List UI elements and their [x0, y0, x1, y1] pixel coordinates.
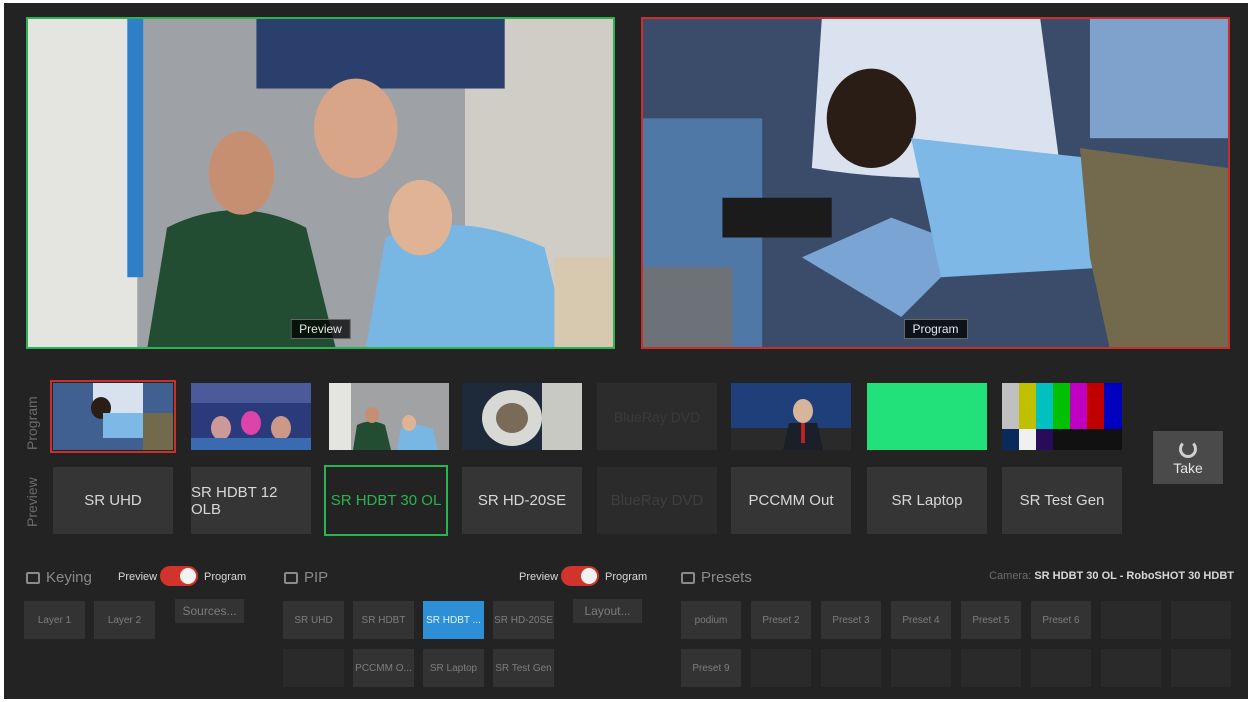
- preset-9[interactable]: Preset 9: [681, 649, 741, 687]
- preview-monitor: Preview: [26, 17, 615, 349]
- keying-toggle-preview-label: Preview: [118, 571, 158, 583]
- layers-icon: [26, 571, 40, 584]
- pip-section-title: PIP: [284, 569, 328, 586]
- keying-section-title: Keying: [26, 569, 92, 586]
- keying-toggle-program-label: Program: [204, 571, 247, 583]
- camera-prefix: Camera:: [989, 570, 1032, 582]
- preset-16[interactable]: [1171, 649, 1231, 687]
- pip-icon: [284, 571, 298, 584]
- preset-14[interactable]: [1031, 649, 1091, 687]
- pip-preview-program-toggle[interactable]: [561, 566, 599, 586]
- grid-icon: [681, 571, 695, 584]
- keying-sources-button[interactable]: Sources...: [175, 599, 244, 623]
- pip-toggle-preview-label: Preview: [519, 571, 559, 583]
- preset-11[interactable]: [821, 649, 881, 687]
- pip-source-empty[interactable]: [283, 649, 344, 687]
- presets-title: Presets: [701, 569, 752, 586]
- sr-laptop-thumbnail: [867, 383, 987, 450]
- take-button[interactable]: Take: [1153, 431, 1223, 484]
- preview-source-sr-hdbt-12-olb[interactable]: SR HDBT 12 OLB: [191, 467, 311, 534]
- camera-value: SR HDBT 30 OL - RoboSHOT 30 HDBT: [1034, 570, 1234, 582]
- sr-uhd-thumbnail: [53, 383, 173, 450]
- pip-source-sr-test-gen[interactable]: SR Test Gen: [493, 649, 554, 687]
- sr-hdbt-12-olb-thumbnail: [191, 383, 311, 450]
- preset-7[interactable]: [1101, 601, 1161, 639]
- preset-5[interactable]: Preset 5: [961, 601, 1021, 639]
- preset-3[interactable]: Preset 3: [821, 601, 881, 639]
- preset-2[interactable]: Preset 2: [751, 601, 811, 639]
- pip-source-sr-hdbt[interactable]: SR HDBT: [353, 601, 414, 639]
- program-source-sr-test-gen[interactable]: [1002, 383, 1122, 450]
- preview-source-sr-laptop[interactable]: SR Laptop: [867, 467, 987, 534]
- take-button-label: Take: [1173, 459, 1203, 476]
- toggle-knob: [180, 568, 196, 584]
- program-source-blueray-dvd-label: BlueRay DVD: [613, 408, 701, 425]
- preview-bus-label: Preview: [24, 477, 40, 527]
- preset-15[interactable]: [1101, 649, 1161, 687]
- preset-4[interactable]: Preset 4: [891, 601, 951, 639]
- preview-source-blueray-dvd[interactable]: BlueRay DVD: [597, 467, 717, 534]
- preview-source-sr-test-gen[interactable]: SR Test Gen: [1002, 467, 1122, 534]
- program-source-sr-laptop[interactable]: [867, 383, 987, 450]
- toggle-knob: [581, 568, 597, 584]
- preview-source-sr-hd-20se[interactable]: SR HD-20SE: [462, 467, 582, 534]
- pip-source-sr-laptop[interactable]: SR Laptop: [423, 649, 484, 687]
- preset-13[interactable]: [961, 649, 1021, 687]
- program-source-sr-hdbt-12-olb[interactable]: [191, 383, 311, 450]
- preset-6[interactable]: Preset 6: [1031, 601, 1091, 639]
- program-source-sr-hdbt-30-ol[interactable]: [329, 383, 449, 450]
- camera-info: Camera: SR HDBT 30 OL - RoboSHOT 30 HDBT: [989, 570, 1234, 582]
- program-bus-label: Program: [24, 396, 40, 450]
- preset-12[interactable]: [891, 649, 951, 687]
- pip-source-sr-hd-20se[interactable]: SR HD-20SE: [493, 601, 554, 639]
- refresh-icon: [1179, 439, 1197, 458]
- keying-layer-2-button[interactable]: Layer 2: [94, 601, 155, 639]
- program-source-sr-uhd[interactable]: [50, 380, 176, 453]
- preset-8[interactable]: [1171, 601, 1231, 639]
- keying-title: Keying: [46, 569, 92, 586]
- program-monitor: Program: [641, 17, 1230, 349]
- program-source-blueray-dvd[interactable]: BlueRay DVD: [597, 383, 717, 450]
- pip-toggle-program-label: Program: [605, 571, 648, 583]
- program-video-image: [643, 19, 1228, 347]
- pip-source-pccmm-out[interactable]: PCCMM O...: [353, 649, 414, 687]
- preview-video-image: [28, 19, 613, 347]
- pip-title: PIP: [304, 569, 329, 586]
- program-source-pccmm-out[interactable]: [731, 383, 851, 450]
- video-switcher-app: Preview Program Program Preview BlueRay: [4, 3, 1248, 699]
- preset-10[interactable]: [751, 649, 811, 687]
- sr-hdbt-30-ol-thumbnail: [329, 383, 449, 450]
- sr-hd-20se-thumbnail: [462, 383, 582, 450]
- preview-source-sr-uhd[interactable]: SR UHD: [53, 467, 173, 534]
- program-source-sr-hd-20se[interactable]: [462, 383, 582, 450]
- program-monitor-label: Program: [903, 319, 968, 339]
- keying-layer-1-button[interactable]: Layer 1: [24, 601, 85, 639]
- preset-podium[interactable]: podium: [681, 601, 741, 639]
- pccmm-out-thumbnail: [731, 383, 851, 450]
- pip-layout-button[interactable]: Layout...: [573, 599, 642, 623]
- preview-source-pccmm-out[interactable]: PCCMM Out: [731, 467, 851, 534]
- preview-monitor-label: Preview: [290, 319, 351, 339]
- presets-section-title: Presets: [681, 569, 752, 586]
- pip-source-sr-hdbt-30[interactable]: SR HDBT ...: [423, 601, 484, 639]
- pip-source-sr-uhd[interactable]: SR UHD: [283, 601, 344, 639]
- preview-source-sr-hdbt-30-ol[interactable]: SR HDBT 30 OL: [324, 465, 448, 536]
- sr-test-gen-thumbnail: [1002, 383, 1122, 450]
- keying-preview-program-toggle[interactable]: [160, 566, 198, 586]
